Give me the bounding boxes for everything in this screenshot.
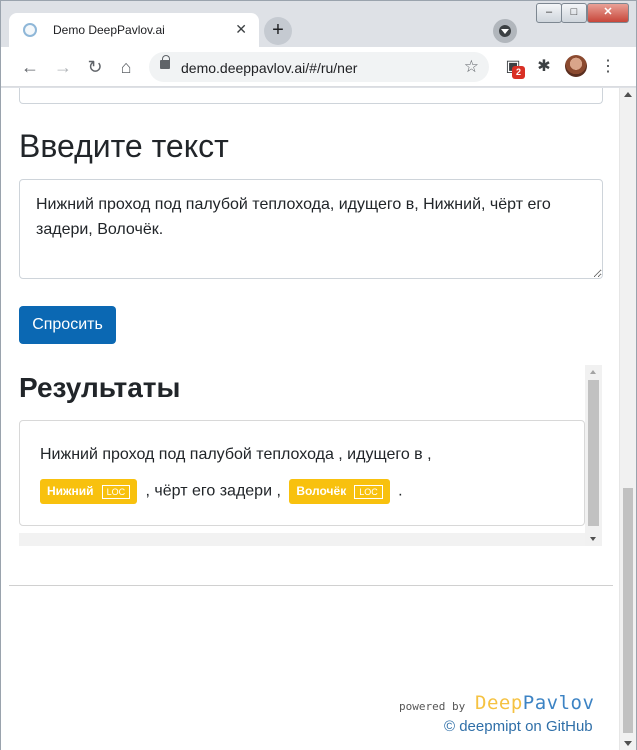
entity-badge: Нижний LOC (40, 479, 138, 504)
close-window-button[interactable]: ✕ (587, 3, 629, 23)
result-text-fragment: . (398, 482, 403, 500)
result-entity-line: Нижний LOC , чёрт его задери , Волочёк LOC… (40, 479, 403, 504)
maximize-button[interactable]: □ (561, 3, 587, 23)
new-tab-button[interactable]: + (264, 17, 292, 45)
lock-icon[interactable] (160, 55, 170, 69)
entity-badge: Волочёк LOC (289, 479, 390, 504)
url-text[interactable]: demo.deeppavlov.ai/#/ru/ner (181, 60, 357, 76)
scroll-down-arrow-icon[interactable] (624, 741, 632, 746)
powered-by-label: powered by (399, 700, 466, 713)
ask-button[interactable]: Спросить (19, 306, 116, 344)
entity-tag: LOC (354, 485, 383, 499)
scroll-up-arrow-icon[interactable] (590, 370, 596, 374)
extension-badge: 2 (512, 66, 525, 79)
logo-deep: Deep (475, 692, 523, 714)
result-text-line: Нижний проход под палубой теплохода , ид… (40, 446, 432, 463)
github-link[interactable]: © deepmipt on GitHub (444, 718, 593, 735)
browser-tab[interactable]: Demo DeepPavlov.ai ✕ (9, 13, 259, 47)
profile-avatar[interactable] (565, 55, 587, 77)
scroll-up-arrow-icon[interactable] (624, 92, 632, 97)
kebab-menu-icon[interactable]: ⋮ (598, 57, 618, 77)
deeppavlov-logo[interactable]: DeepPavlov (475, 692, 594, 714)
tab-close-icon[interactable]: ✕ (235, 21, 247, 38)
results-scrollbar[interactable] (585, 365, 602, 546)
previous-input-field[interactable] (19, 88, 603, 104)
browser-toolbar: ← → ↻ ⌂ demo.deeppavlov.ai/#/ru/ner ☆ ▣ … (1, 47, 636, 87)
page-viewport: Введите текст Нижний проход под палубой … (1, 88, 636, 750)
minimize-button[interactable]: ‒ (536, 3, 562, 23)
back-arrow-icon[interactable]: ← (18, 55, 42, 79)
results-heading: Результаты (19, 372, 181, 403)
tab-strip: Demo DeepPavlov.ai ✕ + ‒ □ ✕ (1, 1, 636, 47)
site-favicon-icon (23, 23, 37, 37)
address-bar[interactable]: demo.deeppavlov.ai/#/ru/ner ☆ (149, 52, 489, 82)
page-scrollbar[interactable] (619, 88, 636, 750)
result-text-fragment: , чёрт его задери , (145, 482, 281, 500)
entity-text: Волочёк (296, 484, 347, 498)
entity-text: Нижний (47, 484, 94, 498)
tab-title: Demo DeepPavlov.ai (53, 23, 165, 37)
forward-arrow-icon[interactable]: → (51, 55, 75, 79)
results-content: Результаты Нижний проход под палубой теп… (19, 365, 585, 533)
results-panel: Результаты Нижний проход под палубой теп… (19, 365, 602, 546)
logo-pavlov: Pavlov (522, 692, 595, 714)
scrollbar-thumb[interactable] (588, 380, 599, 526)
result-card: Нижний проход под палубой теплохода , ид… (19, 420, 585, 526)
divider (9, 585, 613, 586)
browser-window: Demo DeepPavlov.ai ✕ + ‒ □ ✕ ← → ↻ ⌂ dem… (0, 0, 637, 750)
puzzle-extensions-icon[interactable]: ✱ (534, 57, 554, 77)
scrollbar-thumb[interactable] (623, 488, 633, 733)
input-heading: Введите текст (19, 128, 229, 164)
entity-tag: LOC (101, 485, 131, 499)
reload-icon[interactable]: ↻ (83, 55, 107, 79)
scroll-down-arrow-icon[interactable] (590, 537, 596, 541)
tab-search-icon[interactable] (493, 19, 517, 43)
home-icon[interactable]: ⌂ (114, 55, 138, 79)
text-input[interactable]: Нижний проход под палубой теплохода, иду… (19, 179, 603, 279)
bookmark-star-icon[interactable]: ☆ (464, 57, 479, 77)
